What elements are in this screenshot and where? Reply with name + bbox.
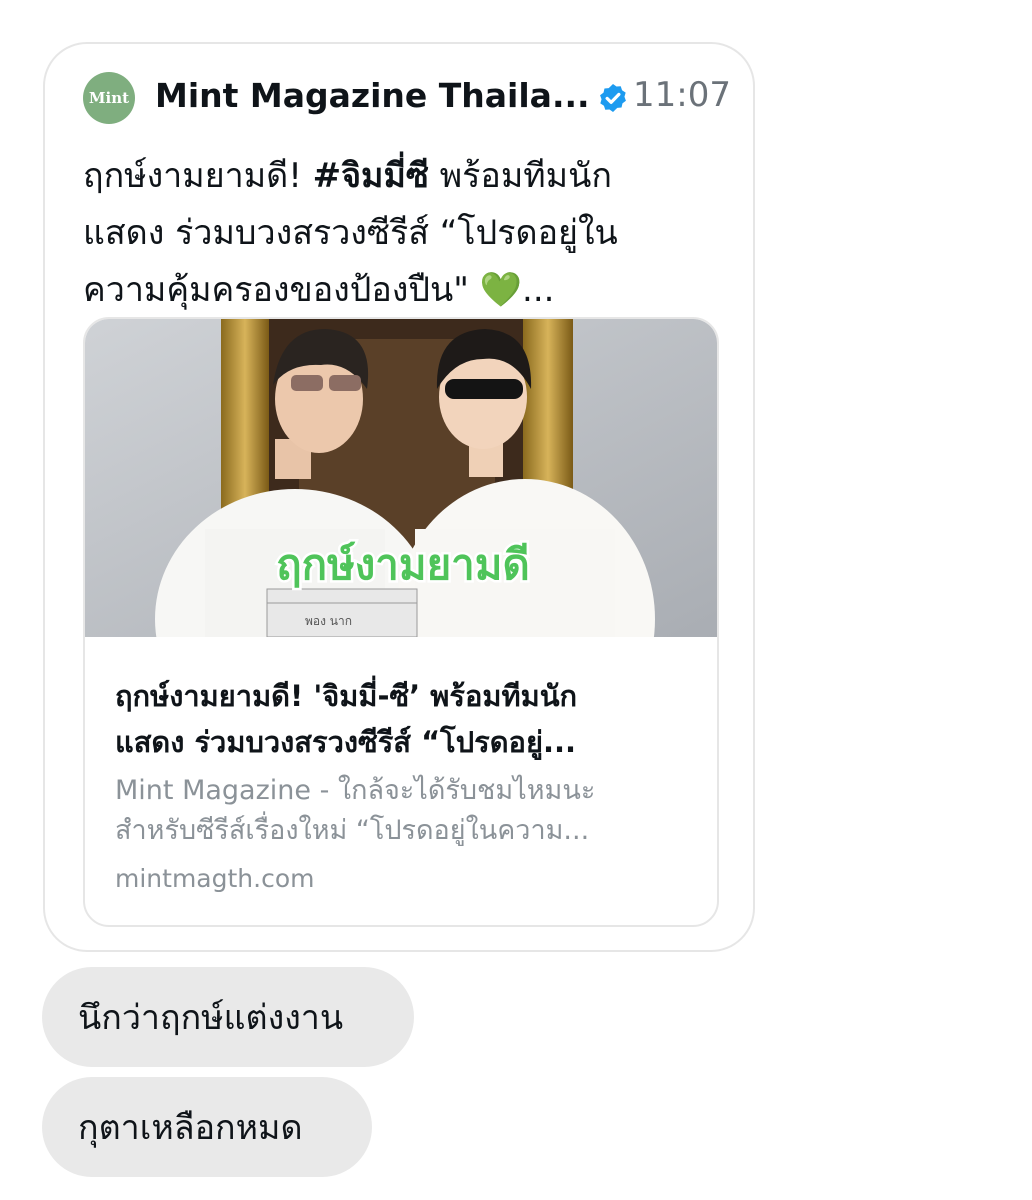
shared-tweet-card[interactable]: Mint Mint Magazine Thaila... 11:07 ฤกษ์ง… — [43, 42, 755, 952]
display-name[interactable]: Mint Magazine Thaila... — [155, 76, 590, 115]
message-text: นึกว่าฤกษ์แต่งงาน — [78, 998, 344, 1038]
tweet-text-line: ฤกษ์งามยามดี! #จิมมี่ซี พร้อมทีมนัก — [83, 148, 723, 205]
avatar[interactable]: Mint — [83, 72, 135, 124]
tweet-header: Mint Mint Magazine Thaila... 11:07 — [83, 72, 731, 128]
tweet-body: ฤกษ์งามยามดี! #จิมมี่ซี พร้อมทีมนัก แสดง… — [83, 148, 723, 319]
image-overlay-title: ฤกษ์งามยามดี — [276, 540, 529, 589]
tweet-text-segment: ความคุ้มครองของป้องปืน" — [83, 270, 480, 310]
message-text: กุตาเหลือกหมด — [78, 1108, 303, 1148]
link-desc-line: Mint Magazine - ใกล้จะได้รับชมไหมนะ — [115, 775, 596, 806]
link-preview-card[interactable]: พอง นาก ฤกษ์งามยามดี ฤกษ์งามยามดี! 'จิมม… — [83, 317, 719, 927]
avatar-logo-text: Mint — [88, 89, 130, 107]
tweet-text-ellipsis: ... — [522, 270, 555, 310]
link-preview-image[interactable]: พอง นาก ฤกษ์งามยามดี — [85, 319, 719, 637]
tweet-text-segment: ฤกษ์งามยามดี! — [83, 156, 313, 196]
link-title[interactable]: ฤกษ์งามยามดี! 'จิมมี่-ซี’ พร้อมทีมนัก แส… — [115, 673, 695, 765]
link-title-line: แสดง ร่วมบวงสรวงซีรีส์ “โปรดอยู่... — [115, 725, 576, 759]
message-bubble[interactable]: นึกว่าฤกษ์แต่งงาน — [42, 967, 414, 1067]
hashtag-link[interactable]: #จิมมี่ซี — [313, 156, 429, 196]
tweet-text-line: แสดง ร่วมบวงสรวงซีรีส์ “โปรดอยู่ใน — [83, 213, 618, 253]
message-bubble[interactable]: กุตาเหลือกหมด — [42, 1077, 372, 1177]
link-title-line: ฤกษ์งามยามดี! 'จิมมี่-ซี’ พร้อมทีมนัก — [115, 679, 578, 713]
tweet-timestamp: 11:07 — [633, 75, 731, 115]
link-desc-line: สำหรับซีรีส์เรื่องใหม่ “โปรดอยู่ในความ..… — [115, 815, 590, 846]
green-heart-icon: 💚 — [479, 270, 523, 310]
tweet-text-line: ความคุ้มครองของป้องปืน" 💚... — [83, 262, 723, 319]
tweet-text-segment: พร้อมทีมนัก — [428, 156, 612, 196]
link-domain: mintmagth.com — [115, 864, 315, 893]
slate-text: พอง นาก — [305, 614, 352, 628]
verified-badge-icon — [600, 84, 626, 112]
link-description: Mint Magazine - ใกล้จะได้รับชมไหมนะ สำหร… — [115, 771, 695, 851]
